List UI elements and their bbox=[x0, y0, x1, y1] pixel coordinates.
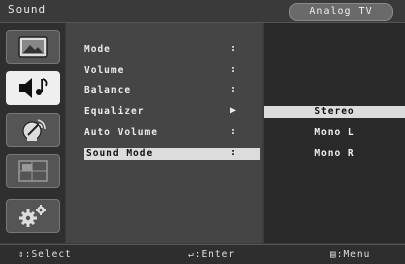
option-mono-l[interactable]: Mono L bbox=[264, 127, 405, 139]
menu-item-equalizer[interactable]: Equalizer ▶ bbox=[84, 105, 260, 118]
menu-item-balance[interactable]: Balance : bbox=[84, 84, 260, 97]
menu-item-label: Auto Volume bbox=[84, 127, 158, 138]
hint-select: ⇕:Select bbox=[18, 249, 72, 260]
menu-item-label: Mode bbox=[84, 44, 111, 55]
menu-item-mark: : bbox=[230, 147, 238, 158]
menu-item-sound-mode[interactable]: Sound Mode : bbox=[84, 147, 260, 160]
option-mono-r[interactable]: Mono R bbox=[264, 148, 405, 160]
menu-item-mark: : bbox=[230, 126, 238, 137]
menu-item-mark: : bbox=[230, 43, 238, 54]
menu-title: Sound bbox=[8, 3, 47, 16]
top-bar: Sound Analog TV bbox=[0, 0, 405, 23]
category-sidebar bbox=[0, 23, 65, 243]
setup-icon bbox=[19, 205, 46, 227]
hint-enter: ↵:Enter bbox=[188, 249, 236, 260]
menu-item-mode[interactable]: Mode : bbox=[84, 43, 260, 56]
menu-item-mark: : bbox=[230, 64, 238, 75]
channel-icon bbox=[22, 119, 46, 141]
menu-item-label: Volume bbox=[84, 65, 125, 76]
tv-osd-screen: Sound Analog TV Mode: Volume: Balance … bbox=[0, 0, 405, 264]
category-channel[interactable] bbox=[6, 113, 60, 147]
pip-icon bbox=[18, 160, 48, 182]
option-stereo[interactable]: Stereo bbox=[264, 106, 405, 118]
hint-bar: ⇕:Select ↵:Enter ▤:Menu bbox=[0, 244, 405, 264]
category-setup[interactable] bbox=[6, 199, 60, 233]
menu-item-volume[interactable]: Volume : bbox=[84, 64, 260, 77]
sound-icon bbox=[19, 78, 48, 98]
menu-item-label: Balance bbox=[84, 85, 132, 96]
menu-item-label: Sound Mode bbox=[86, 148, 154, 159]
picture-icon bbox=[18, 36, 48, 58]
category-picture[interactable] bbox=[6, 30, 60, 64]
input-source-badge: Analog TV bbox=[289, 3, 393, 21]
sound-menu: Mode : Volume : Balance : Equalizer ▶ Au… bbox=[66, 23, 262, 243]
category-sound[interactable] bbox=[6, 71, 60, 105]
submenu-arrow-icon: ▶ bbox=[230, 105, 238, 116]
menu-item-auto-volume[interactable]: Auto Volume : bbox=[84, 126, 260, 139]
menu-item-label: Equalizer bbox=[84, 106, 145, 117]
menu-item-mark: : bbox=[230, 84, 238, 95]
category-pip[interactable] bbox=[6, 154, 60, 188]
hint-menu: ▤:Menu bbox=[330, 249, 371, 260]
sound-mode-options: Stereo Mono L Mono R bbox=[264, 23, 405, 243]
